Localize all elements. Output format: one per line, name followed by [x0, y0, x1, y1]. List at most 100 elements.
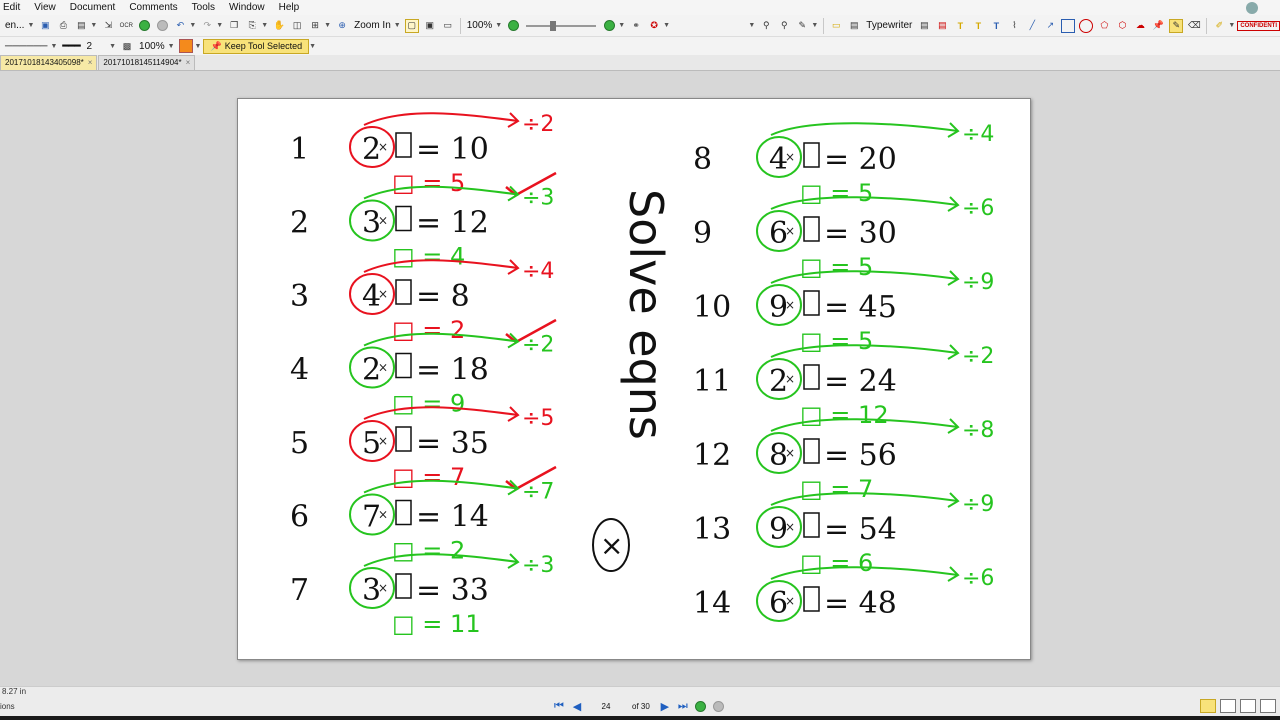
- confidential-stamp[interactable]: CONFIDENTI: [1237, 20, 1280, 31]
- line-width-value[interactable]: 2: [87, 41, 93, 52]
- strikeout-icon[interactable]: T: [971, 19, 985, 33]
- line-icon[interactable]: ╱: [1025, 19, 1039, 33]
- continuous-view-icon[interactable]: [1220, 699, 1236, 713]
- open-dropdown[interactable]: en...: [5, 20, 24, 31]
- chevron-down-icon[interactable]: ▼: [51, 43, 58, 50]
- opacity-value[interactable]: 100%: [139, 41, 165, 52]
- menu-document[interactable]: Document: [70, 2, 116, 13]
- menu-comments[interactable]: Comments: [129, 2, 177, 13]
- find-icon[interactable]: ⚲: [759, 19, 773, 33]
- menu-window[interactable]: Window: [229, 2, 265, 13]
- chevron-down-icon[interactable]: ▼: [663, 22, 670, 29]
- search-icon[interactable]: ⚲: [777, 19, 791, 33]
- forward-icon[interactable]: [155, 19, 169, 33]
- chevron-down-icon[interactable]: ▼: [1228, 22, 1235, 29]
- export-icon[interactable]: ⇲: [101, 19, 115, 33]
- menu-edit[interactable]: Edit: [3, 2, 20, 13]
- snapshot-icon[interactable]: ◫: [290, 19, 304, 33]
- zoom-plus-icon[interactable]: [602, 19, 616, 33]
- zoom-slider[interactable]: [526, 20, 597, 31]
- typewriter-icon[interactable]: ▤: [847, 19, 861, 33]
- cloud-icon[interactable]: ☁: [1133, 19, 1147, 33]
- callout-icon[interactable]: ▤: [935, 19, 949, 33]
- color-picker-icon[interactable]: [178, 39, 193, 53]
- chevron-down-icon[interactable]: ▼: [324, 22, 331, 29]
- chevron-down-icon[interactable]: ▼: [309, 43, 316, 50]
- pin-icon[interactable]: 📌: [1151, 19, 1165, 33]
- line-thickness-select[interactable]: ━━━: [62, 41, 80, 52]
- hand-tool-icon[interactable]: ✋: [272, 19, 286, 33]
- chevron-down-icon[interactable]: ▼: [495, 22, 502, 29]
- chevron-down-icon[interactable]: ▼: [195, 43, 202, 50]
- page-number-input[interactable]: 24: [588, 702, 624, 711]
- textbox-icon[interactable]: ▤: [917, 19, 931, 33]
- underline-icon[interactable]: T: [989, 19, 1003, 33]
- first-page-icon[interactable]: ⏮: [552, 699, 566, 713]
- polygon-icon[interactable]: ⬠: [1097, 19, 1111, 33]
- ellipse-icon[interactable]: [1079, 18, 1094, 33]
- worksheet-canvas[interactable]: 1 2× = 10÷2□ = 52 3× = 12÷3□ = 43 4× = 8÷4□ = …: [238, 99, 1032, 661]
- pencil-icon[interactable]: ✎: [1169, 18, 1184, 33]
- chevron-down-icon[interactable]: ▼: [27, 22, 34, 29]
- facing-view-icon[interactable]: [1240, 699, 1256, 713]
- paste-icon[interactable]: ⎘: [245, 19, 259, 33]
- prev-page-icon[interactable]: ◀: [570, 699, 584, 713]
- highlighter-icon[interactable]: ✐: [1212, 19, 1226, 33]
- chevron-down-icon[interactable]: ▼: [189, 22, 196, 29]
- chevron-down-icon[interactable]: ▼: [811, 22, 818, 29]
- link-icon[interactable]: ⚭: [629, 19, 643, 33]
- last-page-icon[interactable]: ⏭: [676, 699, 690, 713]
- chevron-down-icon[interactable]: ▼: [618, 22, 625, 29]
- chevron-down-icon[interactable]: ▼: [261, 22, 268, 29]
- line-style-select[interactable]: ──────: [5, 41, 48, 52]
- text-highlight-icon[interactable]: T: [953, 19, 967, 33]
- chevron-down-icon[interactable]: ▼: [168, 43, 175, 50]
- typewriter-button[interactable]: Typewriter: [866, 20, 912, 31]
- comment-icon[interactable]: ▭: [829, 19, 843, 33]
- rectangle-icon[interactable]: [1061, 18, 1076, 33]
- copy-icon[interactable]: ❐: [227, 19, 241, 33]
- stamp-icon[interactable]: ✪: [647, 19, 661, 33]
- close-icon[interactable]: ×: [88, 58, 93, 67]
- zoom-out-icon[interactable]: [506, 19, 520, 33]
- tab-document-2[interactable]: 20171018145114904* ×: [98, 55, 196, 70]
- single-page-view-icon[interactable]: [1200, 699, 1216, 713]
- polyline-icon[interactable]: ⬡: [1115, 19, 1129, 33]
- menu-help[interactable]: Help: [279, 2, 300, 13]
- next-page-icon[interactable]: ▶: [658, 699, 672, 713]
- back-icon[interactable]: [137, 19, 151, 33]
- fit-page-icon[interactable]: ▣: [423, 19, 437, 33]
- eraser-icon[interactable]: ⌫: [1187, 19, 1201, 33]
- close-icon[interactable]: ×: [186, 58, 191, 67]
- chevron-down-icon[interactable]: ▼: [216, 22, 223, 29]
- save-icon[interactable]: ▣: [38, 19, 52, 33]
- menu-tools[interactable]: Tools: [192, 2, 215, 13]
- zoom-in-icon[interactable]: ⊕: [335, 19, 349, 33]
- back-view-icon[interactable]: [694, 699, 708, 713]
- times-sign: ×: [378, 214, 388, 228]
- select-tool-icon[interactable]: ⊞: [308, 19, 322, 33]
- actual-size-icon[interactable]: ▢: [404, 18, 419, 33]
- squiggly-icon[interactable]: ⌇: [1007, 19, 1021, 33]
- zoom-percent[interactable]: 100%: [467, 20, 493, 31]
- ocr-icon[interactable]: OCR: [119, 19, 133, 33]
- continuous-facing-view-icon[interactable]: [1260, 699, 1276, 713]
- chevron-down-icon[interactable]: ▼: [748, 22, 755, 29]
- scan-icon[interactable]: ▤: [74, 19, 88, 33]
- fit-width-icon[interactable]: ▭: [441, 19, 455, 33]
- highlight-tool-icon[interactable]: ✎: [795, 19, 809, 33]
- pdf-page[interactable]: 1 2 × = 10 ÷2 □ = 5 2 3 × = 12 ÷3 □ = 4 3 4 × = 8 ÷4 □ = …: [237, 98, 1031, 660]
- arrow-icon[interactable]: ↗: [1043, 19, 1057, 33]
- options-button[interactable]: ions: [0, 702, 15, 711]
- chevron-down-icon[interactable]: ▼: [109, 43, 116, 50]
- chevron-down-icon[interactable]: ▼: [394, 22, 401, 29]
- zoom-in-button[interactable]: Zoom In: [354, 20, 391, 31]
- menu-view[interactable]: View: [34, 2, 56, 13]
- forward-view-icon[interactable]: [712, 699, 726, 713]
- print-icon[interactable]: ⎙: [56, 19, 70, 33]
- tab-document-1[interactable]: 20171018143405098* ×: [0, 55, 98, 70]
- chevron-down-icon[interactable]: ▼: [90, 22, 97, 29]
- redo-icon[interactable]: ↷: [200, 19, 214, 33]
- keep-tool-selected-button[interactable]: 📌 Keep Tool Selected: [203, 38, 310, 54]
- undo-icon[interactable]: ↶: [173, 19, 187, 33]
